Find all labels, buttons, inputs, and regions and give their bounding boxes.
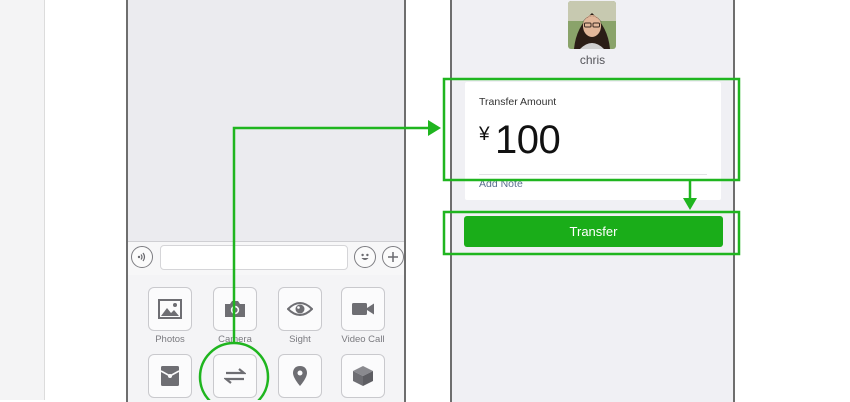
recipient-name: chris [579,53,606,67]
more-button[interactable] [382,246,404,268]
avatar [568,1,616,49]
video-call-label: Video Call [341,334,385,345]
smiley-icon [361,253,369,260]
chat-screen: Photos Camera Sight Video Call [126,0,406,402]
chat-message-area[interactable] [128,0,404,241]
divider [479,174,707,175]
transfer-button[interactable]: Transfer [464,216,723,247]
eye-icon [287,302,313,316]
more-functions-panel: Photos Camera Sight Video Call [128,275,404,402]
amount-input[interactable]: 100 [495,118,561,163]
photos-label: Photos [155,334,185,345]
arrow-head-right [428,120,441,136]
transfer-arrows-icon [224,368,246,384]
add-note-link[interactable]: Add Note [479,178,523,190]
red-packet-icon [160,366,180,386]
transfer-amount-title: Transfer Amount [479,96,557,108]
plus-icon [388,252,398,262]
location-button[interactable] [278,354,322,398]
voice-icon [137,252,146,262]
red-packet-button[interactable] [148,354,192,398]
photos-button[interactable] [148,287,192,331]
camera-icon [225,301,245,317]
side-panel [0,0,45,400]
transfer-amount-card: Transfer Amount ¥ 100 Add Note [465,82,721,200]
transfer-screen: chris Transfer Amount ¥ 100 Add Note Tra… [450,0,735,402]
cube-button[interactable] [341,354,385,398]
camera-button[interactable] [213,287,257,331]
emoji-button[interactable] [354,246,376,268]
video-call-button[interactable] [341,287,385,331]
camera-label: Camera [218,334,252,345]
sight-button[interactable] [278,287,322,331]
photo-icon [158,299,182,319]
voice-button[interactable] [131,246,153,268]
chat-input-bar [128,241,404,277]
currency-symbol: ¥ [479,124,490,145]
transfer-button-tile[interactable] [213,354,257,398]
cube-icon [353,366,373,386]
sight-label: Sight [289,334,311,345]
video-call-icon [352,303,374,315]
message-input[interactable] [160,245,348,270]
location-pin-icon [293,366,307,386]
